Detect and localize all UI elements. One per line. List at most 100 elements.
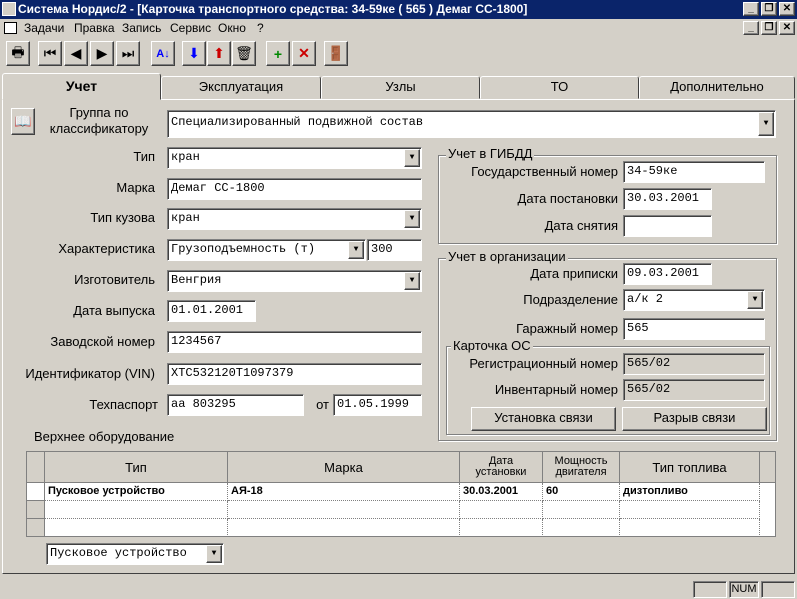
menu-help[interactable]: ? xyxy=(257,21,264,35)
first-record-icon[interactable]: ⏮ xyxy=(38,41,62,66)
inventory-number-field: 565/02 xyxy=(623,379,765,401)
restore-button[interactable]: ❐ xyxy=(761,2,777,16)
cell-type[interactable]: Пусковое устройство xyxy=(45,483,228,501)
manufacturer-label: Изготовитель xyxy=(74,272,155,287)
document-icon[interactable] xyxy=(4,22,17,34)
row-selector[interactable] xyxy=(27,501,45,519)
row-selector[interactable] xyxy=(27,519,45,537)
body-type-label: Тип кузова xyxy=(90,210,155,225)
row-selector[interactable] xyxy=(27,483,45,501)
add-record-icon[interactable]: + xyxy=(266,41,290,66)
col-type[interactable]: Тип xyxy=(45,452,228,483)
tab-nodes[interactable]: Узлы xyxy=(321,76,480,99)
chevron-down-icon[interactable]: ▼ xyxy=(747,291,763,309)
plate-field[interactable]: 34-59ке xyxy=(623,161,765,183)
child-close-button[interactable]: ✕ xyxy=(779,21,795,35)
child-minimize-button[interactable]: _ xyxy=(743,21,759,35)
empty-cell[interactable] xyxy=(460,519,543,537)
status-panel-caps xyxy=(693,581,727,598)
chevron-down-icon[interactable]: ▼ xyxy=(206,545,222,563)
cell-install-date[interactable]: 30.03.2001 xyxy=(460,483,543,501)
brand-label: Марка xyxy=(116,180,155,195)
empty-cell[interactable] xyxy=(543,519,620,537)
cell-fuel-type[interactable]: дизтопливо xyxy=(620,483,760,501)
last-record-icon[interactable]: ⏭ xyxy=(116,41,140,66)
col-install-date[interactable]: Дата установки xyxy=(460,452,543,483)
classifier-book-icon[interactable]: 📖 xyxy=(11,108,35,135)
empty-cell[interactable] xyxy=(543,501,620,519)
cell-brand[interactable]: АЯ-18 xyxy=(228,483,460,501)
passport-from-label: от xyxy=(316,397,329,412)
characteristic-select[interactable]: Грузоподъемность (т) ▼ xyxy=(167,239,366,261)
title-bar: Система Нордис/2 - [Карточка транспортно… xyxy=(0,0,797,19)
empty-cell[interactable] xyxy=(45,519,228,537)
menu-bar: Задачи Правка Запись Сервис Окно ? _ ❐ ✕ xyxy=(0,19,797,37)
menu-tasks[interactable]: Задачи xyxy=(24,21,64,35)
empty-cell[interactable] xyxy=(228,519,460,537)
registration-date-field[interactable]: 30.03.2001 xyxy=(623,188,712,210)
garage-number-field[interactable]: 565 xyxy=(623,318,765,340)
col-brand[interactable]: Марка xyxy=(228,452,460,483)
empty-cell[interactable] xyxy=(460,501,543,519)
menu-service[interactable]: Сервис xyxy=(170,21,211,35)
delete-record-icon[interactable]: ✕ xyxy=(292,41,316,66)
chevron-down-icon[interactable]: ▼ xyxy=(404,149,420,167)
empty-cell[interactable] xyxy=(620,501,760,519)
empty-cell[interactable] xyxy=(228,501,460,519)
type-select[interactable]: кран ▼ xyxy=(167,147,422,169)
trash-icon[interactable]: 🗑 xyxy=(232,41,256,66)
print-icon[interactable]: 🖶 xyxy=(6,41,30,66)
menu-window[interactable]: Окно xyxy=(218,21,246,35)
group-select[interactable]: Специализированный подвижной состав ▼ xyxy=(167,110,776,138)
minimize-button[interactable]: _ xyxy=(743,2,759,16)
tab-exploitation[interactable]: Эксплуатация xyxy=(161,76,321,99)
tab-uchet[interactable]: Учет xyxy=(2,73,161,100)
deregistration-date-field[interactable] xyxy=(623,215,712,237)
factory-number-label: Заводской номер xyxy=(50,334,155,349)
link-button[interactable]: Установка связи xyxy=(471,407,616,431)
chevron-down-icon[interactable]: ▼ xyxy=(404,272,420,290)
assignment-date-field[interactable]: 09.03.2001 xyxy=(623,263,712,285)
release-date-field[interactable]: 01.01.2001 xyxy=(167,300,256,322)
tab-additional[interactable]: Дополнительно xyxy=(639,76,795,99)
body-type-select[interactable]: кран ▼ xyxy=(167,208,422,230)
prev-record-icon[interactable]: ◀ xyxy=(64,41,88,66)
passport-date-field[interactable]: 01.05.1999 xyxy=(333,394,422,416)
next-record-icon[interactable]: ▶ xyxy=(90,41,114,66)
cell-engine-power[interactable]: 60 xyxy=(543,483,620,501)
factory-number-field[interactable]: 1234567 xyxy=(167,331,422,353)
chevron-down-icon[interactable]: ▼ xyxy=(404,210,420,228)
tab-to[interactable]: ТО xyxy=(480,76,639,99)
chevron-down-icon[interactable]: ▼ xyxy=(348,241,364,259)
sort-icon[interactable]: A↓ xyxy=(151,41,175,66)
col-fuel-type[interactable]: Тип топлива xyxy=(620,452,760,483)
chevron-down-icon[interactable]: ▼ xyxy=(758,112,774,136)
passport-field[interactable]: аа 803295 xyxy=(167,394,304,416)
assignment-date-label: Дата приписки xyxy=(530,266,618,281)
status-num: NUM xyxy=(729,581,759,598)
vin-label: Идентификатор (VIN) xyxy=(25,366,155,381)
empty-cell[interactable] xyxy=(45,501,228,519)
equipment-table[interactable]: Тип Марка Дата установки Мощность двигат… xyxy=(26,451,776,537)
vin-field[interactable]: XTC532120T1097379 xyxy=(167,363,422,385)
menu-record[interactable]: Запись xyxy=(122,21,161,35)
child-restore-button[interactable]: ❐ xyxy=(761,21,777,35)
load-db-icon[interactable]: ⬇ xyxy=(182,41,206,66)
unlink-button[interactable]: Разрыв связи xyxy=(622,407,767,431)
inventory-number-label: Инвентарный номер xyxy=(494,382,618,397)
empty-cell[interactable] xyxy=(620,519,760,537)
group-label: Группа по классификатору xyxy=(49,105,149,136)
characteristic-label: Характеристика xyxy=(58,241,155,256)
manufacturer-select[interactable]: Венгрия ▼ xyxy=(167,270,422,292)
registration-date-label: Дата постановки xyxy=(517,191,618,206)
characteristic-value-field[interactable]: 300 xyxy=(367,239,422,261)
col-engine-power[interactable]: Мощность двигателя xyxy=(543,452,620,483)
close-button[interactable]: ✕ xyxy=(779,2,795,16)
reg-number-field: 565/02 xyxy=(623,353,765,375)
equipment-filter-select[interactable]: Пусковое устройство ▼ xyxy=(46,543,224,565)
save-db-icon[interactable]: ⬆ xyxy=(207,41,231,66)
exit-icon[interactable]: 🚪 xyxy=(324,41,348,66)
brand-field[interactable]: Демаг CC-1800 xyxy=(167,178,422,200)
menu-edit[interactable]: Правка xyxy=(74,21,115,35)
department-select[interactable]: а/к 2 ▼ xyxy=(623,289,765,311)
